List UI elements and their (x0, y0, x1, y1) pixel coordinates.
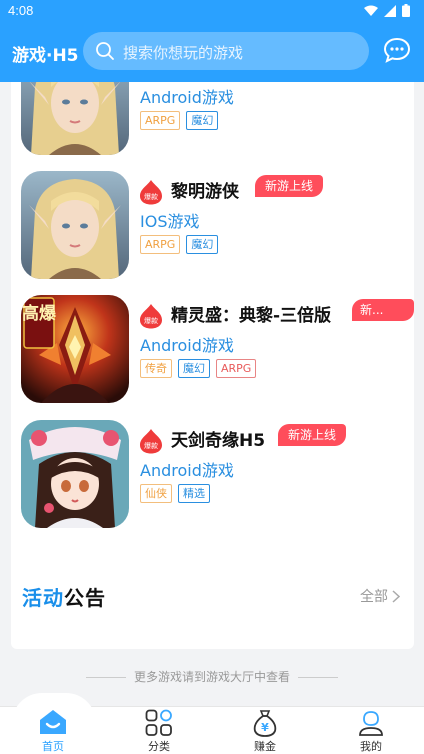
main-content[interactable]: Android游戏 ARPG 魔幻 爆款 黎明游侠 新游上线 IOS游戏 ARP… (0, 82, 424, 706)
message-icon[interactable] (383, 37, 411, 63)
notice-title-part2: 公告 (64, 586, 106, 610)
new-game-badge: 新游上线 (255, 175, 324, 197)
search-box[interactable]: 搜索你想玩的游戏 (83, 32, 369, 70)
hot-icon: 爆款 (140, 180, 162, 205)
svg-text:¥: ¥ (261, 721, 269, 734)
game-name[interactable]: 精灵盛：典黎-三倍版 (171, 301, 331, 326)
new-game-badge: 新游上线 (278, 424, 347, 446)
divider (85, 677, 126, 678)
notice-view-all-link[interactable]: 全部 (360, 586, 400, 606)
game-platform: Android游戏 (140, 336, 234, 355)
tab-category-label: 分类 (148, 740, 170, 753)
game-item[interactable]: 爆款 黎明游侠 新游上线 IOS游戏 ARPG 魔幻 (11, 171, 414, 281)
hot-icon: 爆款 (140, 429, 162, 454)
more-games-text: 更多游戏请到游戏大厅中查看 (133, 670, 290, 684)
tab-earn-label: 赚金 (254, 740, 276, 753)
cover-art-text: 高爆 (22, 303, 57, 324)
game-tags: ARPG 魔幻 (140, 111, 219, 130)
hot-label: 爆款 (144, 316, 158, 325)
tab-profile[interactable]: 我的 (318, 707, 424, 754)
game-tag: 魔幻 (178, 359, 210, 378)
notice-title-part1: 活动 (22, 586, 64, 610)
game-tag: 魔幻 (186, 235, 219, 254)
notice-all-label: 全部 (360, 589, 388, 605)
status-time: 4:08 (8, 3, 34, 18)
category-icon (145, 709, 172, 736)
game-tag: ARPG (140, 111, 181, 130)
tab-profile-label: 我的 (360, 740, 382, 753)
money-bag-icon: ¥ (253, 710, 277, 737)
game-cover-elf[interactable] (21, 171, 129, 279)
game-name[interactable]: 黎明游侠 (171, 177, 239, 202)
more-games-hint: 更多游戏请到游戏大厅中查看 (0, 668, 424, 685)
tab-category[interactable]: 分类 (106, 707, 212, 754)
game-tag: ARPG (216, 359, 257, 378)
activity-notice-card[interactable]: 活动公告 全部 (11, 564, 414, 636)
home-icon (40, 710, 66, 734)
tab-home-label: 首页 (42, 740, 64, 753)
divider (298, 677, 338, 678)
signal-icon (384, 4, 396, 17)
game-platform: IOS游戏 (140, 212, 200, 231)
game-tags: 仙侠 精选 (140, 484, 210, 503)
game-item[interactable]: 高爆 爆款 精灵盛：典黎-三倍版 新... Android游戏 传奇 魔幻 AR… (11, 295, 414, 405)
game-tag: ARPG (140, 235, 181, 254)
hot-label: 爆款 (144, 192, 158, 201)
tab-earn[interactable]: ¥ 赚金 (212, 707, 318, 754)
hot-label: 爆款 (144, 441, 158, 450)
game-cover-girl[interactable] (21, 420, 129, 528)
chevron-right-icon (392, 589, 400, 603)
game-tag: 仙侠 (140, 484, 172, 503)
game-platform: Android游戏 (140, 461, 234, 480)
profile-icon (359, 711, 383, 736)
game-item[interactable]: 爆款 天剑奇缘H5 新游上线 Android游戏 仙侠 精选 (11, 420, 414, 530)
game-item[interactable]: Android游戏 ARPG 魔幻 (11, 82, 414, 157)
app-header: 4:08 游戏·H5 搜索你想玩的游戏 (0, 0, 424, 82)
game-name[interactable]: 天剑奇缘H5 (171, 426, 265, 451)
battery-icon (402, 4, 410, 17)
wifi-icon (364, 5, 378, 16)
game-tags: 传奇 魔幻 ARPG (140, 359, 257, 378)
app-bar: 游戏·H5 搜索你想玩的游戏 (0, 24, 424, 82)
tab-home[interactable]: 首页 (0, 707, 106, 754)
game-tag: 魔幻 (186, 111, 219, 130)
game-cover-elf[interactable] (21, 82, 129, 155)
status-icons (364, 4, 410, 17)
game-platform: Android游戏 (140, 88, 234, 107)
game-tag: 传奇 (140, 359, 172, 378)
notice-title: 活动公告 (22, 582, 106, 611)
game-tags: ARPG 魔幻 (140, 235, 219, 254)
hot-icon: 爆款 (140, 304, 162, 329)
page-title[interactable]: 游戏·H5 (12, 41, 79, 66)
search-input[interactable]: 搜索你想玩的游戏 (123, 42, 243, 63)
game-cover-warrior[interactable]: 高爆 (21, 295, 129, 403)
game-tag: 精选 (178, 484, 210, 503)
new-game-badge: 新... (352, 299, 414, 321)
status-bar: 4:08 (0, 0, 424, 24)
search-icon (96, 42, 114, 60)
bottom-tab-bar: 首页 分类 ¥ 赚金 我的 (0, 693, 424, 754)
